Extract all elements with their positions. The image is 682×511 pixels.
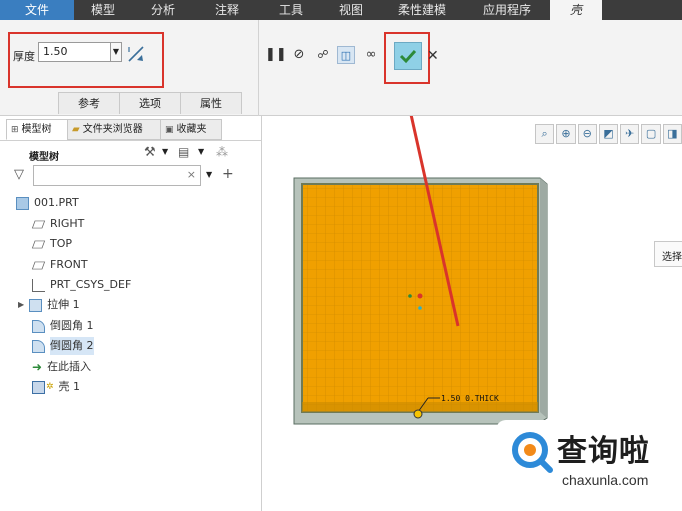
panel-tabs: ⊞ 模型树 ▰ 文件夹浏览器 ▣ 收藏夹 (6, 119, 222, 140)
verify-preview-icon[interactable]: ◫ (337, 46, 355, 64)
tree-title: 模型树 (29, 152, 59, 163)
favorites-icon: ▣ (165, 124, 174, 135)
tree-item-label: 壳 1 (58, 380, 81, 393)
menu-applications[interactable]: 应用程序 (464, 0, 550, 20)
tree-item-round-2[interactable]: 倒圆角 2 (32, 337, 94, 355)
shell-part-model[interactable]: 1.50 0.THICK (293, 177, 548, 425)
ok-button[interactable] (394, 42, 422, 70)
model-tree-tab-icon: ⊞ (11, 124, 19, 135)
tree-item-part[interactable]: 001.PRT (16, 194, 79, 212)
model-tree-panel: ⊞ 模型树 ▰ 文件夹浏览器 ▣ 收藏夹 模型树 ⚒ ▼ ▤ ▼ ⁂ ▽ × ▼… (0, 116, 262, 511)
watermark-logo: 查询啦 chaxunla.com (496, 420, 682, 494)
new-feature-star-icon: ✲ (46, 382, 54, 392)
tree-item-label: FRONT (50, 258, 88, 271)
tree-item-right[interactable]: RIGHT (31, 215, 85, 233)
tree-header: 模型树 ⚒ ▼ ▤ ▼ ⁂ (0, 140, 262, 164)
show-icon[interactable]: ▤ (178, 145, 189, 159)
menu-file[interactable]: 文件 (0, 0, 74, 20)
flip-direction-icon[interactable] (126, 44, 146, 64)
ribbon-divider (258, 20, 259, 116)
menu-tools[interactable]: 工具 (260, 0, 322, 20)
filter-dropdown-icon[interactable]: ▼ (206, 170, 212, 179)
menu-view[interactable]: 视图 (322, 0, 380, 20)
pause-icon[interactable]: ❚❚ (265, 46, 287, 64)
menu-analysis[interactable]: 分析 (132, 0, 194, 20)
clear-icon[interactable]: × (187, 168, 196, 181)
tree-item-label: 在此插入 (47, 360, 92, 373)
tab-options[interactable]: 选项 (119, 92, 181, 114)
shell-icon (32, 380, 45, 394)
preview-icon[interactable]: ☍ (314, 46, 332, 64)
tab-references[interactable]: 参考 (58, 92, 120, 114)
folder-icon: ▰ (72, 123, 80, 135)
expand-arrow-icon[interactable]: ▶ (18, 296, 24, 314)
tree-item-top[interactable]: TOP (31, 235, 73, 253)
tree-item-label: TOP (50, 237, 73, 250)
extrude-icon (29, 298, 43, 312)
tab-favorites-label: 收藏夹 (176, 123, 207, 135)
round-icon (32, 339, 45, 353)
part-icon (16, 196, 29, 210)
tree-item-shell[interactable]: ✲ 壳 1 (32, 378, 80, 396)
search-logo-icon (512, 432, 553, 473)
menu-flexible-modeling[interactable]: 柔性建模 (380, 0, 464, 20)
watermark-url: chaxunla.com (562, 472, 649, 488)
datum-plane-icon (31, 220, 46, 228)
thickness-label: 厚度 (13, 50, 35, 63)
tree-item-front[interactable]: FRONT (31, 256, 88, 274)
datum-plane-icon (31, 240, 46, 248)
tab-model-tree[interactable]: ⊞ 模型树 (6, 119, 68, 140)
filter-icon[interactable]: ▽ (14, 167, 24, 182)
tree-item-round-1[interactable]: 倒圆角 1 (32, 317, 94, 335)
tree-item-csys[interactable]: PRT_CSYS_DEF (32, 276, 131, 294)
insert-arrow-icon: ➜ (32, 360, 43, 374)
datum-plane-icon (31, 261, 46, 269)
watermark-text: 查询啦 (557, 434, 650, 469)
add-icon[interactable]: + (222, 166, 234, 182)
tab-model-tree-label: 模型树 (21, 123, 52, 135)
no-preview-icon[interactable]: ⊘ (290, 46, 308, 64)
tree-item-label: RIGHT (50, 217, 85, 230)
thickness-dropdown[interactable]: ▼ (110, 42, 122, 62)
chevron-down-icon[interactable]: ▼ (162, 147, 168, 156)
tree-item-label: 拉伸 1 (47, 298, 80, 311)
tree-settings-icon[interactable]: ⚒ (144, 145, 156, 160)
menu-bar: 文件 模型 分析 注释 工具 视图 柔性建模 应用程序 壳 (0, 0, 682, 20)
tab-properties[interactable]: 属性 (180, 92, 242, 114)
tree-columns-icon[interactable]: ⁂ (216, 145, 228, 159)
tab-folder-browser[interactable]: ▰ 文件夹浏览器 (67, 119, 161, 140)
menu-model[interactable]: 模型 (74, 0, 132, 20)
select-tooltip: 选择 (654, 241, 682, 267)
tree-item-label: 倒圆角 2 (50, 337, 94, 355)
coordinate-system-icon (32, 278, 45, 292)
tab-favorites[interactable]: ▣ 收藏夹 (160, 119, 222, 140)
thickness-dimension-label[interactable]: 1.50 0.THICK (441, 394, 499, 403)
cancel-icon[interactable]: ✕ (427, 48, 439, 64)
tree-item-label: PRT_CSYS_DEF (50, 278, 132, 291)
tab-folder-browser-label: 文件夹浏览器 (82, 123, 143, 135)
show-dropdown-icon[interactable]: ▼ (198, 147, 204, 156)
menu-shell[interactable]: 壳 (550, 0, 602, 20)
shell-ribbon: 厚度 1.50 ▼ 参考 选项 属性 ❚❚ ⊘ ☍ ◫ ∞ ✕ (0, 20, 682, 116)
thickness-input[interactable]: 1.50 (38, 42, 112, 62)
tree-item-insert-here[interactable]: ➜ 在此插入 (32, 358, 91, 376)
glasses-icon[interactable]: ∞ (362, 46, 380, 64)
tree-item-label: 001.PRT (34, 196, 79, 209)
search-input[interactable]: × (33, 165, 201, 186)
filter-row: ▽ × ▼ + (0, 164, 262, 188)
round-icon (32, 319, 45, 333)
check-icon (399, 49, 417, 64)
ribbon-tabs: 参考 选项 属性 (58, 92, 242, 114)
tree-item-extrude[interactable]: ▶ 拉伸 1 (18, 296, 80, 314)
tree-item-label: 倒圆角 1 (50, 319, 94, 332)
menu-annotate[interactable]: 注释 (194, 0, 260, 20)
